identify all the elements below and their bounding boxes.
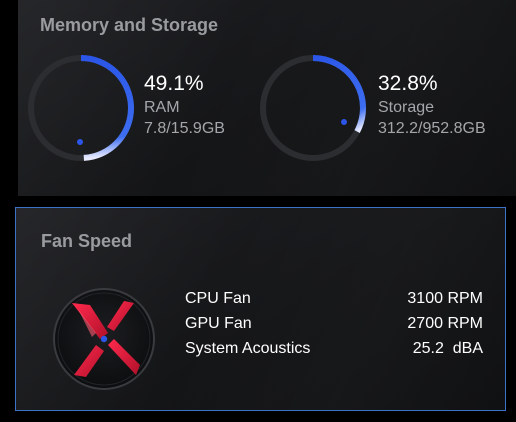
ram-gauge-dot (77, 139, 83, 145)
cpu-fan-value: 3100 RPM (407, 289, 483, 307)
storage-usage: 312.2/952.8GB (378, 120, 486, 137)
storage-gauge-fill (312, 55, 366, 133)
storage-label: Storage (378, 99, 435, 116)
ram-gauge-fill (80, 55, 134, 161)
ram-label: RAM (144, 99, 180, 116)
storage-gauge-dot (341, 119, 347, 125)
storage-percent: 32.8% (378, 72, 438, 95)
memory-storage-title: Memory and Storage (40, 15, 219, 35)
memory-storage-panel: Memory and Storage 49.1% RAM 7.8/15.9GB … (18, 0, 516, 196)
system-acoustics-value: 25.2 dBA (412, 339, 483, 357)
storage-gauge (258, 53, 368, 163)
cpu-fan-label: CPU Fan (185, 289, 251, 307)
ram-usage: 7.8/15.9GB (144, 120, 225, 137)
ram-percent: 49.1% (144, 72, 204, 95)
fan-speed-title: Fan Speed (41, 231, 133, 251)
app-window: Memory and Storage 49.1% RAM 7.8/15.9GB … (0, 0, 516, 422)
storage-readout: 32.8% Storage 312.2/952.8GB (378, 72, 486, 139)
system-acoustics-label: System Acoustics (185, 339, 311, 357)
ram-gauge (26, 53, 136, 163)
fan-row-gpu: GPU Fan 2700 RPM (185, 311, 483, 336)
ram-readout: 49.1% RAM 7.8/15.9GB (144, 72, 225, 139)
fan-list: CPU Fan 3100 RPM GPU Fan 2700 RPM System… (185, 286, 483, 361)
fan-row-acoustics: System Acoustics 25.2 dBA (185, 336, 483, 361)
rog-x-logo-icon (52, 281, 162, 396)
fan-speed-panel[interactable]: Fan Speed CPU Fan 3100 RPM GPU Fan 2700 … (15, 207, 506, 411)
fan-row-cpu: CPU Fan 3100 RPM (185, 286, 483, 311)
gpu-fan-value: 2700 RPM (407, 314, 483, 332)
gpu-fan-label: GPU Fan (185, 314, 252, 332)
